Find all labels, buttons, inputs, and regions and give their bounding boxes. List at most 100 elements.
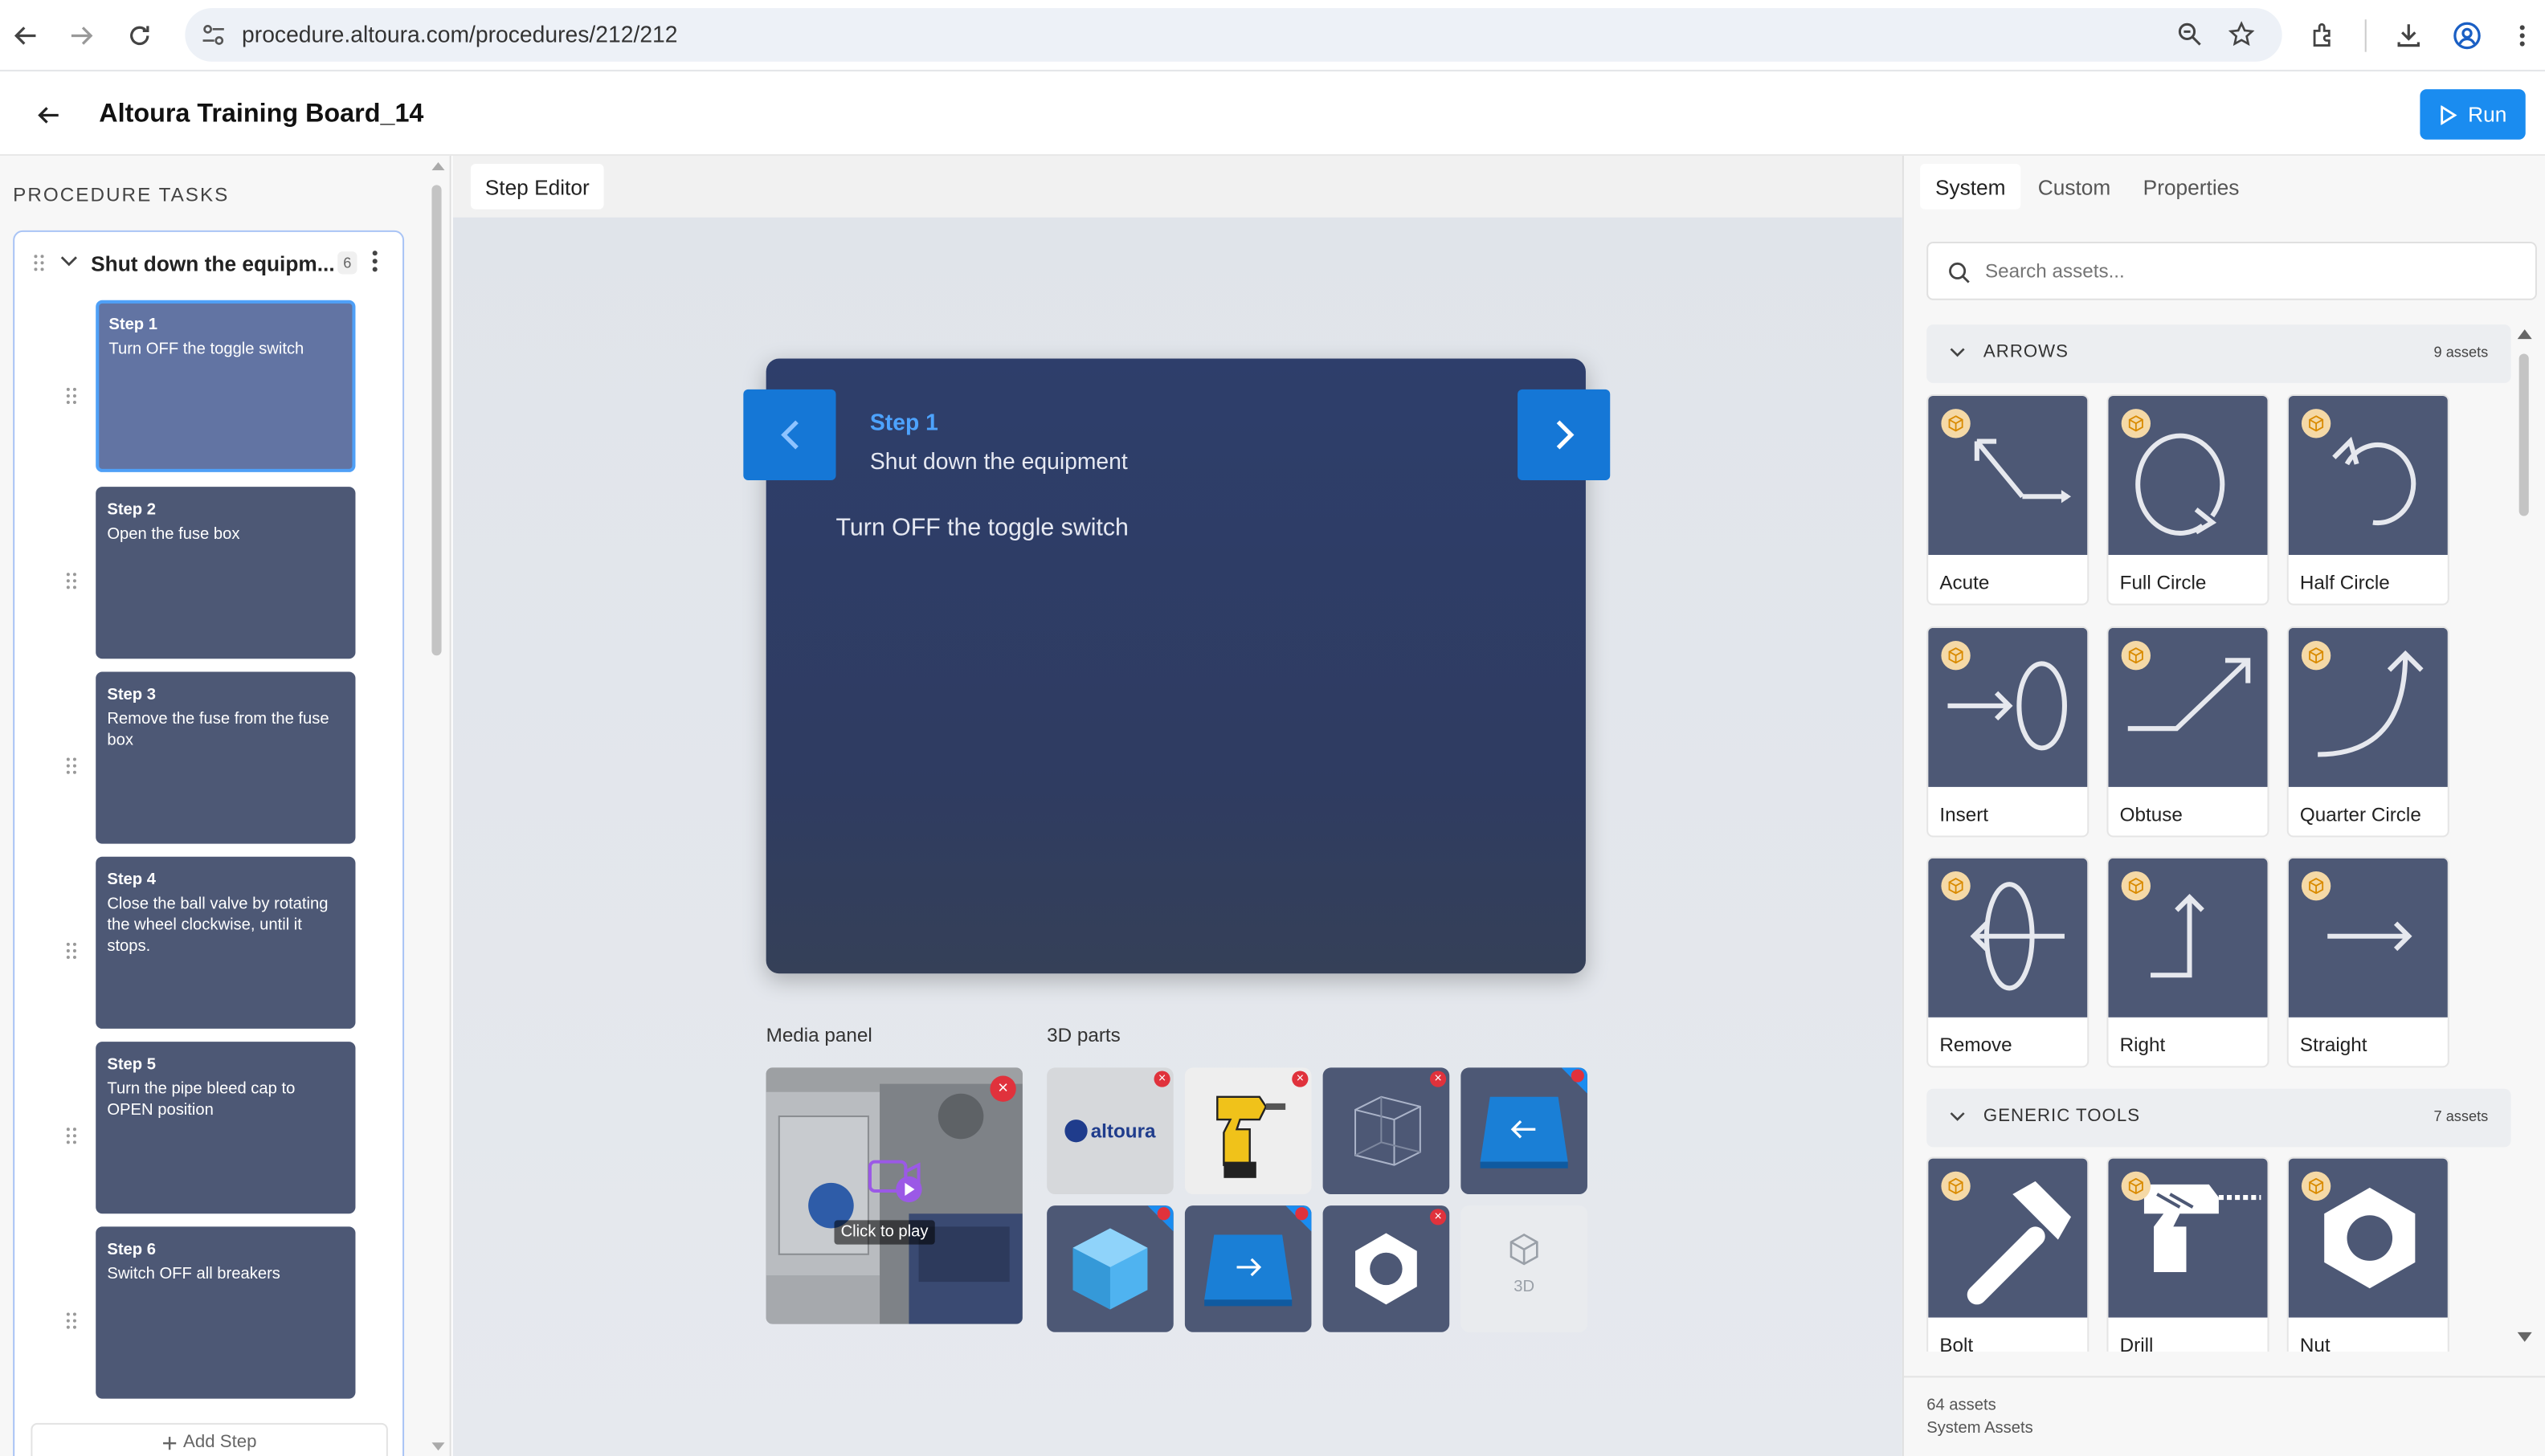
scroll-up-arrow-icon[interactable] <box>2517 328 2532 340</box>
back-icon[interactable] <box>35 102 61 128</box>
zoom-icon[interactable] <box>2176 21 2202 47</box>
task-group: Shut down the equipm... 6 Step 1 Turn OF… <box>13 230 405 1456</box>
run-button[interactable]: Run <box>2420 89 2526 140</box>
asset-full-circle[interactable]: Full Circle <box>2106 394 2269 606</box>
scroll-down-arrow-icon[interactable] <box>431 1442 445 1452</box>
asset-insert[interactable]: Insert <box>1926 626 2090 838</box>
address-bar[interactable]: procedure.altoura.com/procedures/212/212 <box>185 8 2282 62</box>
site-settings-icon[interactable] <box>202 22 226 47</box>
corner-badge-icon <box>1561 1067 1587 1094</box>
task-drag-handle-icon[interactable] <box>32 253 45 272</box>
toolbar-divider <box>2364 19 2367 52</box>
media-panel-label: Media panel <box>766 1023 872 1047</box>
part-tile-altoura[interactable]: altoura × <box>1047 1067 1174 1195</box>
asset-obtuse[interactable]: Obtuse <box>2106 626 2269 838</box>
tab-properties[interactable]: Properties <box>2134 164 2248 210</box>
asset-remove[interactable]: Remove <box>1926 856 2090 1068</box>
asset-label: Half Circle <box>2299 571 2390 594</box>
arrow-left-plate-icon <box>1477 1091 1571 1172</box>
scroll-up-arrow-icon[interactable] <box>431 161 445 171</box>
url-text[interactable]: procedure.altoura.com/procedures/212/212 <box>242 21 678 47</box>
profile-avatar-icon[interactable] <box>2445 13 2490 59</box>
task-more-icon[interactable] <box>372 250 378 272</box>
step-drag-handle-icon[interactable] <box>65 386 78 406</box>
remove-part-icon[interactable]: × <box>1292 1071 1309 1087</box>
step-card-4[interactable]: Step 4 Close the ball valve by rotating … <box>96 856 356 1029</box>
asset-right[interactable]: Right <box>2106 856 2269 1068</box>
step-number: Step 2 <box>107 501 156 520</box>
remove-part-icon[interactable]: × <box>1429 1071 1447 1087</box>
step-number: Step 1 <box>108 316 158 335</box>
asset-drill[interactable]: Drill <box>2106 1156 2269 1352</box>
tab-step-editor[interactable]: Step Editor <box>470 164 604 210</box>
tasks-scrollbar[interactable] <box>431 185 442 656</box>
step-card-5[interactable]: Step 5 Turn the pipe bleed cap to OPEN p… <box>96 1042 356 1214</box>
bookmark-star-icon[interactable] <box>2228 21 2255 47</box>
video-play-icon[interactable] <box>868 1156 927 1205</box>
add-step-label: Add Step <box>183 1433 257 1453</box>
chevron-left-icon <box>778 418 801 451</box>
asset-search-box[interactable] <box>1926 242 2537 300</box>
media-video-thumbnail[interactable]: Click to play × <box>766 1067 1023 1324</box>
browser-menu-icon[interactable] <box>2499 13 2545 59</box>
asset-nut[interactable]: Nut <box>2286 1156 2449 1352</box>
tab-system[interactable]: System <box>1920 164 2021 210</box>
chevron-down-icon <box>1950 347 1966 358</box>
step-card-3[interactable]: Step 3 Remove the fuse from the fuse box <box>96 671 356 844</box>
step-text: Open the fuse box <box>107 525 240 544</box>
part-tile-arrow-left[interactable] <box>1460 1067 1587 1195</box>
part-tile-arrow-right[interactable] <box>1184 1205 1312 1332</box>
reload-icon[interactable] <box>116 13 162 59</box>
asset-half-circle[interactable]: Half Circle <box>2286 394 2449 606</box>
assets-scrollbar[interactable] <box>2518 353 2529 516</box>
card-instruction[interactable]: Turn OFF the toggle switch <box>836 514 1129 541</box>
asset-label: Full Circle <box>2119 571 2207 594</box>
remove-media-icon[interactable]: × <box>990 1075 1016 1102</box>
next-step-button[interactable] <box>1518 389 1611 481</box>
category-header-arrows[interactable]: ARROWS 9 assets <box>1926 324 2511 383</box>
category-count: 7 assets <box>2433 1107 2489 1125</box>
drill-icon <box>1207 1084 1289 1181</box>
asset-quarter-circle[interactable]: Quarter Circle <box>2286 626 2449 838</box>
plus-icon <box>162 1435 177 1450</box>
step-drag-handle-icon[interactable] <box>65 941 78 960</box>
add-step-button[interactable]: Add Step <box>31 1422 388 1456</box>
asset-label: Quarter Circle <box>2299 803 2421 826</box>
step-drag-handle-icon[interactable] <box>65 571 78 590</box>
extensions-icon[interactable] <box>2302 13 2347 59</box>
step-text: Turn OFF the toggle switch <box>108 341 304 359</box>
chevron-down-icon <box>1950 1111 1966 1123</box>
scroll-down-arrow-icon[interactable] <box>2517 1332 2532 1344</box>
search-icon <box>1947 261 1970 283</box>
asset-bolt[interactable]: Bolt <box>1926 1156 2090 1352</box>
download-icon[interactable] <box>2386 13 2432 59</box>
part-tile-drill[interactable]: × <box>1184 1067 1312 1195</box>
part-tile-blue-cube[interactable] <box>1047 1205 1174 1332</box>
part-tile-nut[interactable]: × <box>1322 1205 1450 1332</box>
asset-acute[interactable]: Acute <box>1926 394 2090 606</box>
remove-part-icon[interactable]: × <box>1154 1071 1170 1087</box>
task-title[interactable]: Shut down the equipm... <box>91 251 335 275</box>
forward-arrow-icon[interactable] <box>59 13 104 59</box>
step-drag-handle-icon[interactable] <box>65 1311 78 1330</box>
step-card-1[interactable]: Step 1 Turn OFF the toggle switch <box>96 300 356 472</box>
asset-label: Nut <box>2299 1333 2331 1352</box>
asset-straight[interactable]: Straight <box>2286 856 2449 1068</box>
add-3d-part-button[interactable]: 3D <box>1460 1205 1587 1332</box>
search-input[interactable] <box>1984 259 2473 283</box>
3d-asset-icon <box>2121 641 2151 671</box>
prev-step-button[interactable] <box>743 389 836 481</box>
step-drag-handle-icon[interactable] <box>65 757 78 776</box>
asset-label: Remove <box>1939 1033 2012 1057</box>
step-card-2[interactable]: Step 2 Open the fuse box <box>96 487 356 659</box>
back-arrow-icon[interactable] <box>3 13 49 59</box>
category-header-generic-tools[interactable]: GENERIC TOOLS 7 assets <box>1926 1088 2511 1148</box>
tab-custom[interactable]: Custom <box>2034 164 2115 210</box>
step-drag-handle-icon[interactable] <box>65 1126 78 1145</box>
chevron-down-icon[interactable] <box>60 255 78 267</box>
part-tile-wire-cube[interactable]: × <box>1322 1067 1450 1195</box>
step-card-6[interactable]: Step 6 Switch OFF all breakers <box>96 1226 356 1399</box>
remove-part-icon[interactable]: × <box>1429 1209 1447 1226</box>
step-number: Step 6 <box>107 1241 156 1259</box>
3d-asset-icon <box>1941 1171 1971 1201</box>
